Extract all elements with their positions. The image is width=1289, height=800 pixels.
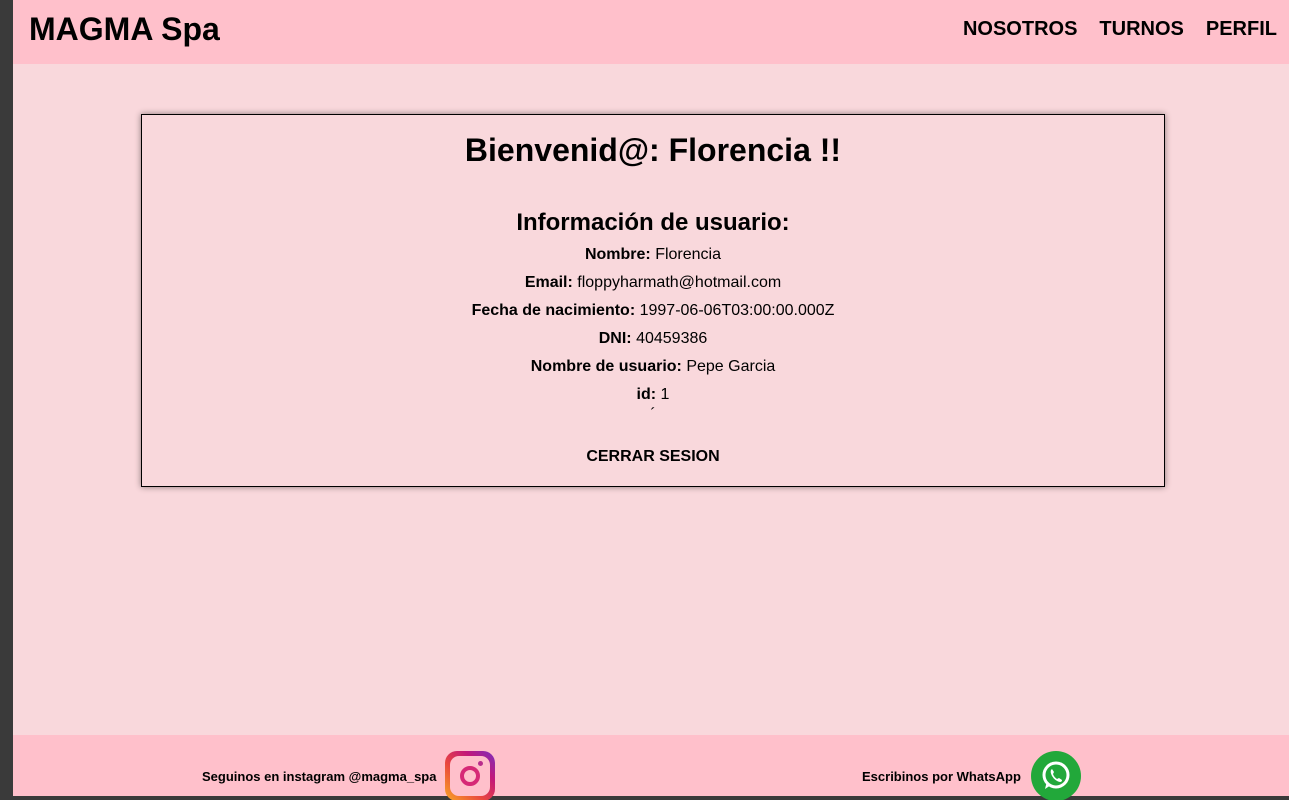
header: MAGMA Spa NOSOTROS TURNOS PERFIL: [13, 0, 1289, 64]
whatsapp-icon[interactable]: [1030, 751, 1081, 800]
field-value: floppyharmath@hotmail.com: [577, 274, 782, 291]
nav-nosotros[interactable]: NOSOTROS: [963, 17, 1077, 41]
field-label: DNI:: [598, 330, 632, 347]
field-dni: DNI: 40459386: [142, 325, 1164, 353]
instagram-link[interactable]: Seguinos en instagram @magma_spa: [202, 751, 496, 800]
field-label: id:: [636, 386, 657, 403]
brand-title[interactable]: MAGMA Spa: [29, 10, 220, 48]
user-info-list: Nombre: Florencia Email: floppyharmath@h…: [142, 241, 1164, 423]
page: MAGMA Spa NOSOTROS TURNOS PERFIL Bienven…: [13, 0, 1289, 800]
main-nav: NOSOTROS TURNOS PERFIL: [953, 17, 1289, 41]
profile-card: Bienvenid@: Florencia !! Información de …: [141, 114, 1165, 487]
field-label: Nombre:: [584, 246, 651, 263]
instagram-icon[interactable]: [445, 751, 496, 800]
field-value: 1997-06-06T03:00:00.000Z: [639, 302, 835, 319]
stray-character: ´: [650, 406, 656, 423]
footer: Seguinos en instagram @magma_spa Escribi…: [13, 735, 1289, 800]
user-info-title: Información de usuario:: [516, 209, 790, 236]
instagram-text: Seguinos en instagram @magma_spa: [202, 769, 437, 784]
field-nombre: Nombre: Florencia: [142, 241, 1164, 269]
field-email: Email: floppyharmath@hotmail.com: [142, 269, 1164, 297]
field-value: 1: [660, 386, 670, 403]
whatsapp-link[interactable]: Escribinos por WhatsApp: [862, 751, 1081, 800]
logout-button[interactable]: CERRAR SESION: [586, 447, 719, 467]
field-label: Email:: [524, 274, 573, 291]
field-label: Nombre de usuario:: [530, 358, 682, 375]
field-id: id: 1: [142, 381, 1164, 409]
nav-perfil[interactable]: PERFIL: [1206, 17, 1277, 41]
field-value: 40459386: [636, 330, 708, 347]
whatsapp-text: Escribinos por WhatsApp: [862, 769, 1021, 784]
field-value: Pepe Garcia: [686, 358, 776, 375]
welcome-heading: Bienvenid@: Florencia !!: [464, 132, 842, 168]
field-fecha-nacimiento: Fecha de nacimiento: 1997-06-06T03:00:00…: [142, 297, 1164, 325]
field-label: Fecha de nacimiento:: [471, 302, 636, 319]
field-value: Florencia: [655, 246, 722, 263]
nav-turnos[interactable]: TURNOS: [1099, 17, 1183, 41]
field-nombre-usuario: Nombre de usuario: Pepe Garcia: [142, 353, 1164, 381]
